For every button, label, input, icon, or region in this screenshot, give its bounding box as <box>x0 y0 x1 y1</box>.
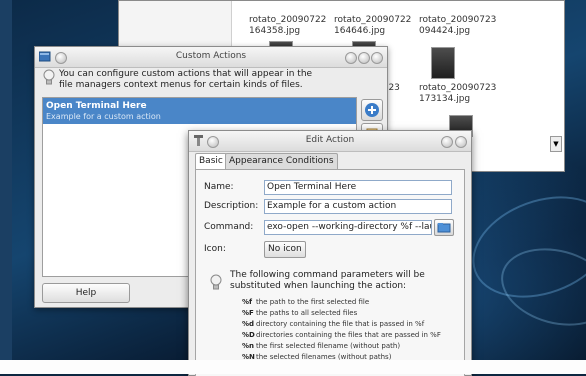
file-item[interactable]: rotato_20090723 094424.jpg <box>419 15 496 37</box>
tab-appearance-conditions[interactable]: Appearance Conditions <box>225 153 338 169</box>
parameter-text: directories containing the files that ar… <box>256 331 441 339</box>
action-name: Open Terminal Here <box>46 101 147 111</box>
description-field[interactable]: Example for a custom action <box>264 199 452 214</box>
parameter-row: %n the first selected filename (without p… <box>242 342 400 351</box>
name-label: Name: <box>204 182 234 192</box>
file-item[interactable]: rotato_20090723 173134.jpg <box>419 83 496 105</box>
page-bottom-edge <box>0 360 586 374</box>
parameter-text: directory containing the file that is pa… <box>256 320 425 328</box>
list-item[interactable]: Open Terminal Here Example for a custom … <box>43 98 356 124</box>
custom-actions-titlebar[interactable]: Custom Actions <box>35 47 387 68</box>
info-line: You can configure custom actions that wi… <box>59 69 313 79</box>
lightbulb-icon <box>43 69 55 85</box>
parameter-row: %d directory containing the file that is … <box>242 320 424 329</box>
intro-line: substituted when launching the action: <box>230 281 407 291</box>
tab-basic[interactable]: Basic <box>195 153 227 169</box>
parameter-code: %f <box>242 298 253 306</box>
desktop-edge <box>0 0 12 374</box>
parameters-intro: The following command parameters will be… <box>230 270 454 292</box>
parameter-code: %F <box>242 309 254 317</box>
parameter-code: %D <box>242 331 255 339</box>
file-item[interactable]: rotato_20090722 164646.jpg <box>334 15 411 37</box>
maximize-button[interactable] <box>441 136 453 148</box>
description-label: Description: <box>204 201 259 211</box>
file-name-line1: rotato_20090722 <box>334 15 412 25</box>
icon-label: Icon: <box>204 244 226 254</box>
info-line: file managers context menus for certain … <box>59 80 303 90</box>
intro-line: The following command parameters will be <box>230 270 425 280</box>
file-item[interactable]: rotato_20090722 164358.jpg <box>249 15 326 37</box>
file-name-line2: 173134.jpg <box>419 94 471 104</box>
close-button[interactable] <box>371 52 383 64</box>
minimize-button[interactable] <box>345 52 357 64</box>
parameter-text: the first selected filename (without pat… <box>256 342 401 350</box>
parameter-text: the paths to all selected files <box>256 309 358 317</box>
name-field[interactable]: Open Terminal Here <box>264 180 452 195</box>
add-icon <box>365 103 379 117</box>
parameter-text: the path to the first selected file <box>256 298 370 306</box>
file-name-line1: rotato_20090722 <box>249 15 327 25</box>
parameter-row: %Ddirectories containing the files that … <box>242 331 441 340</box>
window-title: Custom Actions <box>175 51 247 61</box>
maximize-button[interactable] <box>358 52 370 64</box>
file-name-line2: 094424.jpg <box>419 26 471 36</box>
folder-icon <box>437 223 451 233</box>
choose-icon-button[interactable]: No icon <box>264 241 306 258</box>
browse-command-button[interactable] <box>434 219 454 236</box>
help-button[interactable]: Help <box>42 283 130 303</box>
action-description: Example for a custom action <box>46 112 161 121</box>
lightbulb-icon <box>210 274 222 290</box>
parameter-code: %n <box>242 342 254 350</box>
close-button[interactable] <box>455 136 467 148</box>
file-thumbnail[interactable] <box>431 47 455 79</box>
file-name-line1: rotato_20090723 <box>419 83 497 93</box>
command-label: Command: <box>204 222 254 232</box>
parameter-row: %F the paths to all selected files <box>242 309 357 318</box>
file-name-line1: rotato_20090723 <box>419 15 497 25</box>
scroll-down-button[interactable]: ▼ <box>550 136 562 152</box>
edit-action-titlebar[interactable]: Edit Action <box>189 131 471 152</box>
command-field[interactable]: exo-open --working-directory %f --laun <box>264 220 432 235</box>
window-title: Edit Action <box>305 135 355 145</box>
edit-action-dialog: Edit Action Basic Appearance Conditions … <box>188 130 472 376</box>
file-name-line2: 164646.jpg <box>334 26 386 36</box>
add-action-button[interactable] <box>361 99 383 121</box>
parameter-code: %d <box>242 320 255 328</box>
info-text: You can configure custom actions that wi… <box>59 69 349 91</box>
parameter-row: %f the path to the first selected file <box>242 298 369 307</box>
file-name-line2: 164358.jpg <box>249 26 301 36</box>
basic-tab-panel: Name: Open Terminal Here Description: Ex… <box>195 169 465 376</box>
